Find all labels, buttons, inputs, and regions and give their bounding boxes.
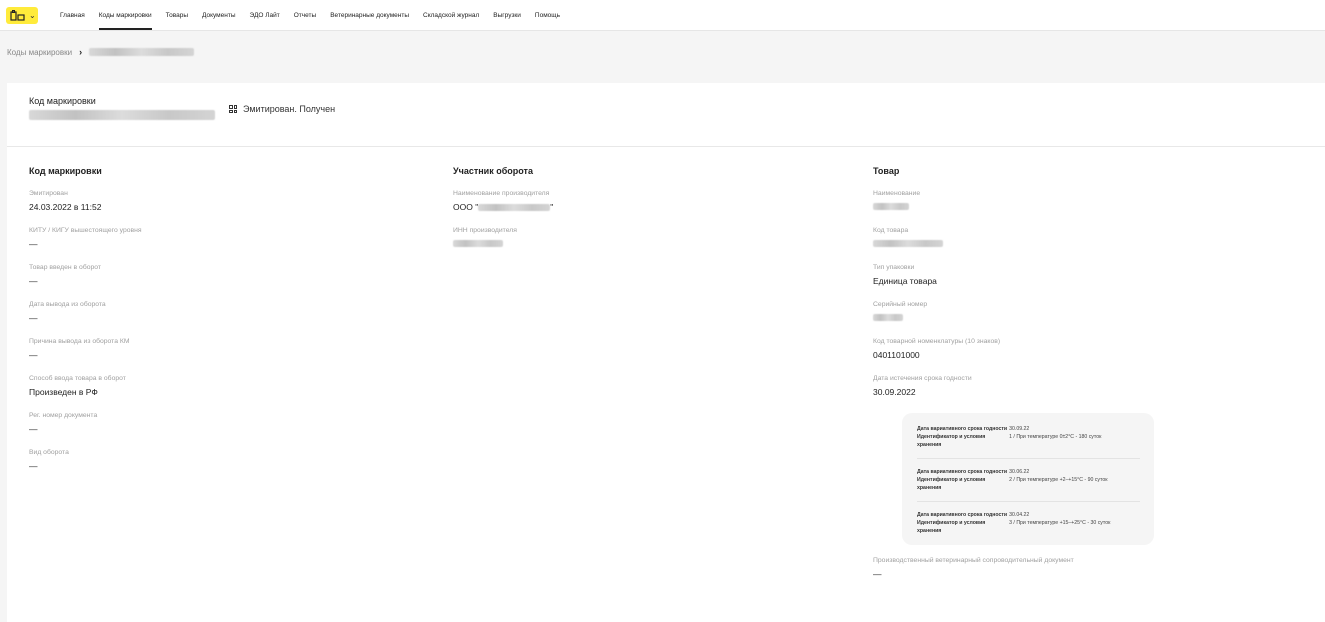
variable-expiry-box: Дата вариативного срока годности 30.09.22… [902,413,1154,545]
marking-code-section: Код маркировки Эмитирован 24.03.2022 в 11… [29,166,429,485]
code-value-redacted [29,110,215,120]
vet-document-section: Производственный ветеринарный сопроводит… [873,556,1293,593]
logo-icon [10,9,25,21]
field-withdraw-reason: Причина вывода из оборота КМ — [29,338,130,360]
field-withdraw-date: Дата вывода из оборота — [29,301,106,323]
field-product-name: Наименование [873,189,1293,226]
product-section: Товар Наименование Код товара Тип упаков… [873,166,1293,411]
serial-redacted [873,314,903,321]
field-reg-number: Рег. номер документа — [29,412,98,434]
nav-item-home[interactable]: Главная [53,0,92,31]
inn-redacted [453,240,503,247]
code-status: Эмитирован. Получен [229,104,335,114]
nav-item-documents[interactable]: Документы [195,0,243,31]
nav-item-warehouse-journal[interactable]: Складской журнал [416,0,486,31]
breadcrumb-bar [0,31,1325,74]
top-navigation: ⌄ Главная Коды маркировки Товары Докумен… [0,0,1325,31]
nav-item-products[interactable]: Товары [159,0,195,31]
variable-expiry-item: Дата вариативного срока годности 30.09.22… [917,425,1140,459]
field-vet-document: Производственный ветеринарный сопроводит… [873,557,1074,579]
product-name-redacted [873,203,909,210]
code-details-panel: Код маркировки Эмитирован. Получен Код м… [7,83,1325,622]
qr-code-icon [229,105,237,113]
status-text: Эмитирован. Получен [243,104,336,114]
nav-item-reports[interactable]: Отчеты [287,0,323,31]
section-title: Код маркировки [29,166,102,176]
field-parent-kitu: КИТУ / КИГУ вышестоящего уровня — [29,227,142,249]
manufacturer-redacted [478,204,551,212]
breadcrumb-root-link[interactable]: Коды маркировки [7,48,72,57]
field-package-type: Тип упаковки Единица товара [873,264,937,286]
breadcrumb-current-redacted [89,48,195,56]
variable-expiry-item: Дата вариативного срока годности 30.04.22… [917,512,1111,534]
field-expiry-date: Дата истечения срока годности 30.09.2022 [873,375,972,397]
app-logo-menu[interactable]: ⌄ [6,7,38,24]
nav-item-edo-lite[interactable]: ЭДО Лайт [243,0,287,31]
nav-item-marking-codes[interactable]: Коды маркировки [92,0,159,31]
field-manufacturer: Наименование производителя ООО " " [453,190,554,212]
main-menu: Главная Коды маркировки Товары Документы… [53,0,567,31]
field-inn: ИНН производителя [453,226,853,263]
breadcrumb-separator-icon: › [79,47,83,57]
nav-item-help[interactable]: Помощь [528,0,567,31]
code-label: Код маркировки [29,96,96,106]
breadcrumb: Коды маркировки › [7,47,195,57]
variable-expiry-item: Дата вариативного срока годности 30.06.22… [917,468,1140,502]
section-title: Участник оборота [453,166,533,176]
section-title: Товар [873,166,900,176]
field-tnved-code: Код товарной номенклатуры (10 знаков) 040… [873,338,1001,360]
field-introduced: Товар введен в оборот — [29,264,102,286]
field-turnover-type: Вид оборота — [29,449,69,471]
participant-section: Участник оборота Наименование производит… [453,166,853,263]
field-intro-method: Способ ввода товара в оборот Произведен в… [29,375,126,397]
chevron-down-icon: ⌄ [29,11,36,20]
field-product-code: Код товара [873,226,1293,263]
nav-item-vet-documents[interactable]: Ветеринарные документы [323,0,416,31]
field-serial-number: Серийный номер [873,300,1293,337]
product-code-redacted [873,240,943,247]
nav-item-exports[interactable]: Выгрузки [486,0,528,31]
code-header-card: Код маркировки Эмитирован. Получен [7,83,1325,147]
field-emitted: Эмитирован 24.03.2022 в 11:52 [29,190,102,212]
